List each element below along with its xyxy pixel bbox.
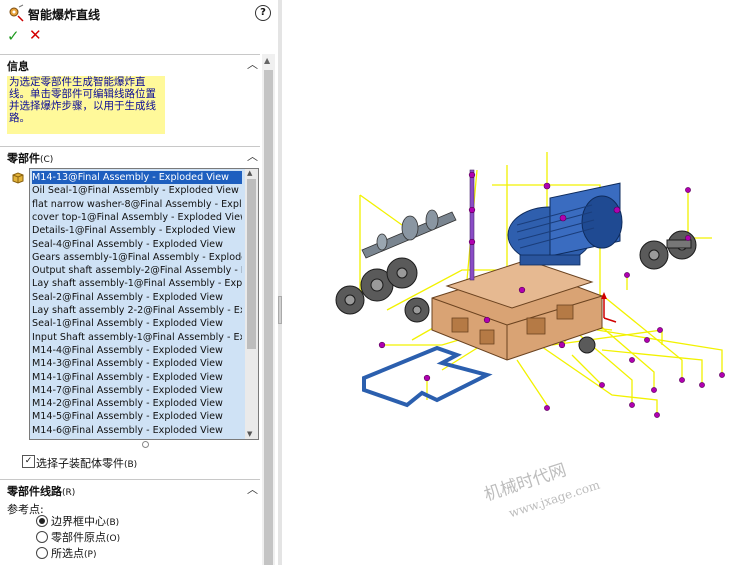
component-list-item[interactable]: Seal-2@Final Assembly - Exploded View bbox=[32, 291, 242, 304]
components-icon bbox=[12, 172, 24, 184]
vertical-shaft[interactable] bbox=[469, 169, 475, 281]
list-scrollbar[interactable]: ▲ ▼ bbox=[245, 169, 258, 439]
radio-component-origin[interactable] bbox=[36, 531, 48, 543]
component-list-item[interactable]: M14-2@Final Assembly - Exploded View bbox=[32, 397, 242, 410]
component-list-item[interactable]: M14-1@Final Assembly - Exploded View bbox=[32, 371, 242, 384]
component-list-item[interactable]: Input Shaft assembly-1@Final Assembly - … bbox=[32, 331, 242, 344]
panel-titlebar: 智能爆炸直线 ? bbox=[0, 0, 278, 26]
info-section-header[interactable]: 信息 ︿ bbox=[0, 54, 260, 73]
property-manager-panel: 智能爆炸直线 ? ✓ ✕ ▲ 信息 ︿ 为选定零部件生成智能爆炸直线。单击零部件… bbox=[0, 0, 279, 565]
radio-selected-point[interactable] bbox=[36, 547, 48, 559]
gearbox-housing[interactable] bbox=[431, 259, 603, 361]
radio-bbox-center[interactable] bbox=[36, 515, 48, 527]
axis-triad bbox=[601, 292, 617, 323]
radio-label-selected-point[interactable]: 所选点(P) bbox=[51, 545, 96, 561]
select-subassembly-label[interactable]: 选择子装配体零件(B) bbox=[36, 455, 137, 471]
collapse-chevron-icon[interactable]: ︿ bbox=[247, 148, 258, 164]
select-subassembly-checkbox[interactable]: ✓ bbox=[22, 455, 35, 468]
graphics-viewport[interactable]: 机械时代网 www.jxage.com bbox=[282, 0, 740, 565]
collapse-chevron-icon[interactable]: ︿ bbox=[247, 481, 258, 497]
component-list-item[interactable]: Lay shaft assembly-1@Final Assembly - Ex… bbox=[32, 277, 242, 290]
radio-label-bbox-center[interactable]: 边界框中心(B) bbox=[51, 513, 119, 529]
components-header: 零部件(C) bbox=[7, 152, 54, 165]
component-list-item[interactable]: M14-13@Final Assembly - Exploded View bbox=[32, 171, 242, 184]
panel-title: 智能爆炸直线 bbox=[28, 8, 101, 22]
panel-scrollbar[interactable]: ▲ bbox=[262, 54, 275, 565]
component-list-item[interactable]: M14-5@Final Assembly - Exploded View bbox=[32, 410, 242, 423]
info-header: 信息 bbox=[7, 60, 29, 73]
components-listbox[interactable]: ▲ ▼ M14-13@Final Assembly - Exploded Vie… bbox=[29, 168, 259, 440]
resize-handle[interactable] bbox=[142, 441, 149, 448]
scroll-up-icon[interactable]: ▲ bbox=[264, 56, 270, 65]
component-list-item[interactable]: Seal-1@Final Assembly - Exploded View bbox=[32, 317, 242, 330]
component-list-item[interactable]: cover top-1@Final Assembly - Exploded Vi… bbox=[32, 211, 242, 224]
route-header: 零部件线路(R) bbox=[7, 485, 76, 498]
components-section-header[interactable]: 零部件(C) ︿ bbox=[0, 146, 260, 165]
component-list-item[interactable]: Oil Seal-1@Final Assembly - Exploded Vie… bbox=[32, 184, 242, 197]
gear-cluster-left[interactable] bbox=[335, 257, 430, 323]
component-list-item[interactable]: M14-6@Final Assembly - Exploded View bbox=[32, 424, 242, 437]
collapse-chevron-icon[interactable]: ︿ bbox=[247, 56, 258, 72]
component-list-item[interactable]: Output shaft assembly-2@Final Assembly -… bbox=[32, 264, 242, 277]
scroll-up-icon[interactable]: ▲ bbox=[247, 169, 252, 177]
list-scroll-thumb[interactable] bbox=[247, 179, 256, 349]
component-list-item[interactable]: Seal-4@Final Assembly - Exploded View bbox=[32, 238, 242, 251]
info-message: 为选定零部件生成智能爆炸直线。单击零部件可编辑线路位置并选择爆炸步骤，以用于生成… bbox=[7, 76, 165, 134]
smart-explode-lines-icon bbox=[9, 4, 24, 22]
component-list-item[interactable]: M14-4@Final Assembly - Exploded View bbox=[32, 344, 242, 357]
component-list-item[interactable]: M14-3@Final Assembly - Exploded View bbox=[32, 357, 242, 370]
component-list-item[interactable]: M14-7@Final Assembly - Exploded View bbox=[32, 384, 242, 397]
panel-scroll-thumb[interactable] bbox=[264, 70, 273, 565]
component-list-item[interactable]: flat narrow washer-8@Final Assembly - Ex… bbox=[32, 198, 242, 211]
component-list-item[interactable]: Gears assembly-1@Final Assembly - Explod… bbox=[32, 251, 242, 264]
cancel-button[interactable]: ✕ bbox=[29, 26, 42, 44]
component-list-item[interactable]: Details-1@Final Assembly - Exploded View bbox=[32, 224, 242, 237]
route-section-header[interactable]: 零部件线路(R) ︿ bbox=[0, 479, 260, 498]
ok-button[interactable]: ✓ bbox=[7, 27, 20, 45]
motor[interactable] bbox=[507, 182, 623, 266]
help-icon[interactable]: ? bbox=[255, 5, 271, 21]
reference-point-label: 参考点: bbox=[7, 503, 44, 516]
input-shaft[interactable] bbox=[361, 209, 457, 259]
radio-label-component-origin[interactable]: 零部件原点(O) bbox=[51, 529, 120, 545]
scroll-down-icon[interactable]: ▼ bbox=[247, 430, 252, 438]
action-bar: ✓ ✕ bbox=[0, 26, 278, 46]
gear-cluster-right[interactable] bbox=[578, 230, 697, 354]
component-list-item[interactable]: Lay shaft assembly 2-2@Final Assembly - … bbox=[32, 304, 242, 317]
